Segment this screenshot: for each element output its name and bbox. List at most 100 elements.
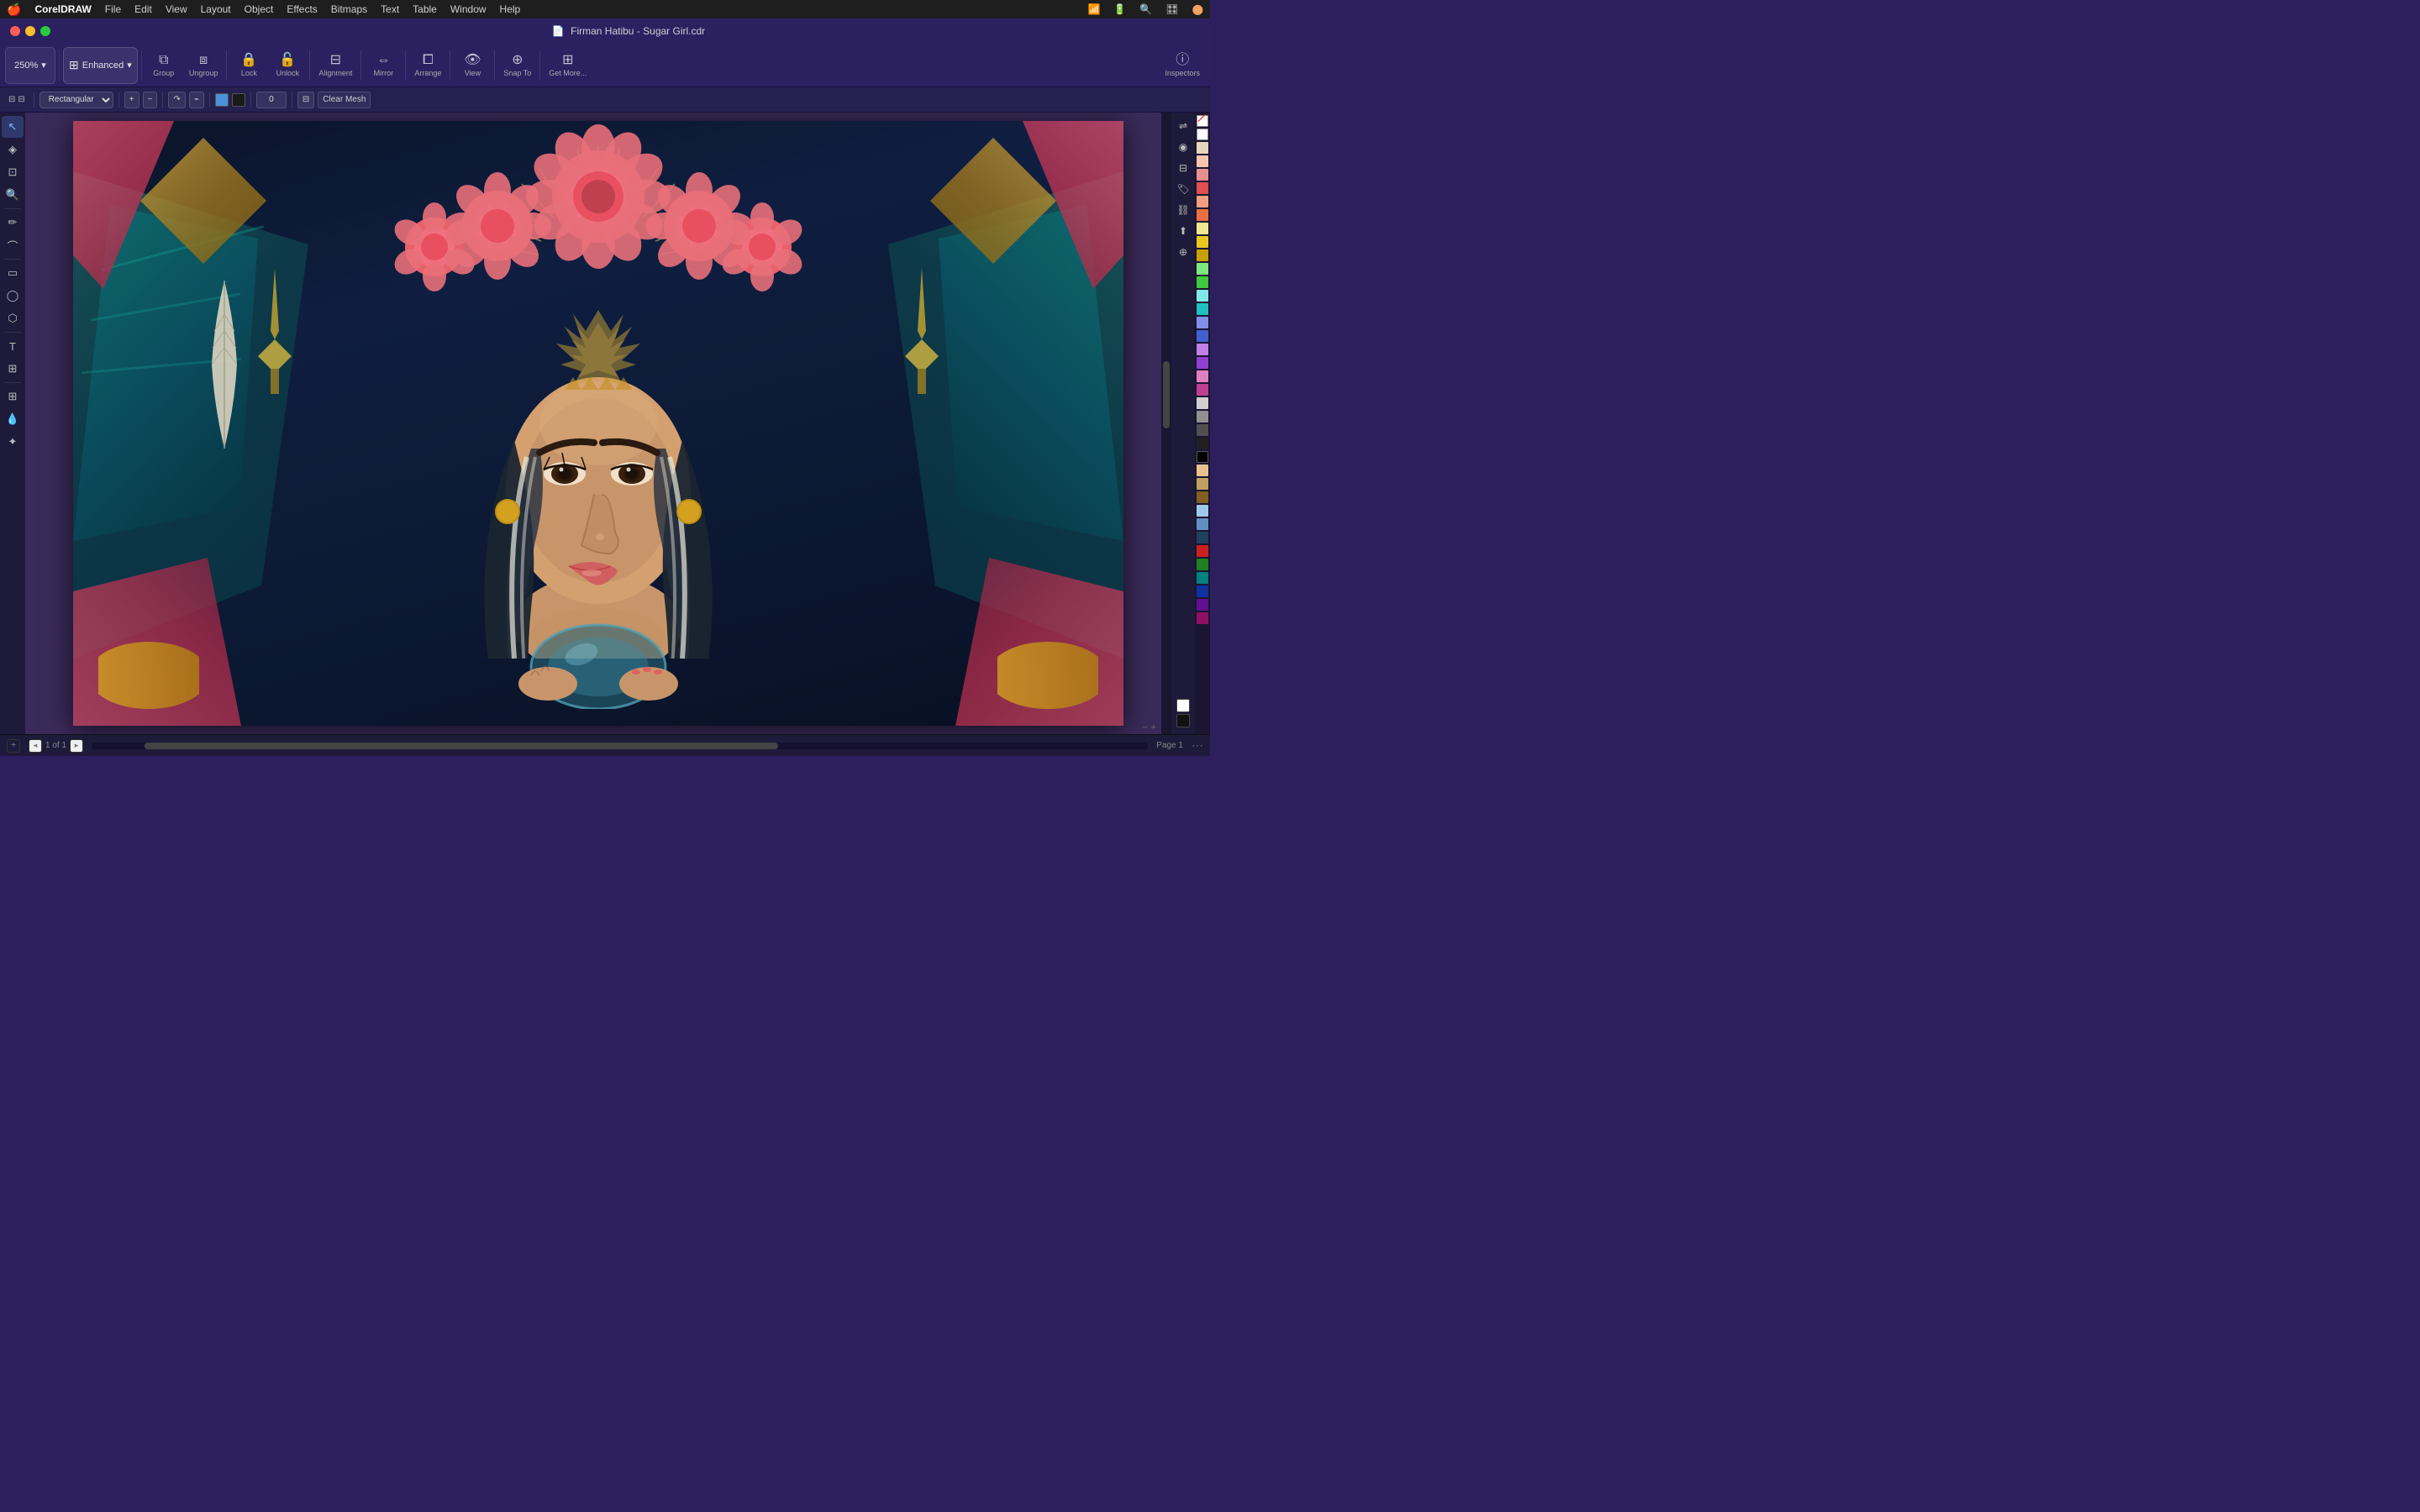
white-color-box[interactable] <box>1176 699 1190 712</box>
palette-swatch-31[interactable] <box>1197 572 1208 584</box>
shape-select[interactable]: Rectangular Elliptical Custom <box>39 92 113 108</box>
tool-eyedropper[interactable]: 💧 <box>2 408 24 430</box>
tool-crop[interactable]: ⊡ <box>2 161 24 183</box>
palette-swatch-8[interactable] <box>1197 249 1208 261</box>
menu-object[interactable]: Object <box>245 3 274 15</box>
edge-pad-button[interactable]: ⊟ <box>297 92 314 108</box>
tool-smartdraw[interactable]: ⌒ <box>2 234 24 256</box>
lock-button[interactable]: 🔒 Lock <box>230 47 267 84</box>
tool-select[interactable]: ↖ <box>2 116 24 138</box>
palette-swatch-26[interactable] <box>1197 505 1208 517</box>
canvas-area[interactable]: − + <box>25 113 1171 734</box>
next-page-button[interactable]: ▸ <box>70 739 83 753</box>
minimize-button[interactable] <box>25 26 35 36</box>
smooth-node-button[interactable]: ↷ <box>168 92 185 108</box>
palette-swatch-34[interactable] <box>1197 612 1208 624</box>
menu-window[interactable]: Window <box>450 3 487 15</box>
tool-smart-fill[interactable]: ✦ <box>2 431 24 453</box>
group-button[interactable]: ⧉ Group <box>145 47 182 84</box>
close-button[interactable] <box>10 26 20 36</box>
tool-table[interactable]: ⊞ <box>2 358 24 380</box>
menu-bitmaps[interactable]: Bitmaps <box>331 3 367 15</box>
apple-menu[interactable]: 🍎 <box>7 3 21 17</box>
menu-table[interactable]: Table <box>413 3 437 15</box>
palette-swatch-1[interactable] <box>1197 155 1208 167</box>
arrange-button[interactable]: ⧠ Arrange <box>409 47 446 84</box>
scrollbar-thumb[interactable] <box>1163 361 1170 428</box>
prev-page-button[interactable]: ◂ <box>29 739 42 753</box>
palette-swatch-4[interactable] <box>1197 196 1208 207</box>
tool-freehand[interactable]: ✏ <box>2 212 24 234</box>
palette-swatch-5[interactable] <box>1197 209 1208 221</box>
palette-swatch-17[interactable] <box>1197 370 1208 382</box>
menu-file[interactable]: File <box>105 3 121 15</box>
palette-swatch-19[interactable] <box>1197 397 1208 409</box>
zoom-out-icon[interactable]: − <box>1142 722 1147 732</box>
menu-help[interactable]: Help <box>500 3 521 15</box>
palette-swatch-14[interactable] <box>1197 330 1208 342</box>
palette-swatch-7[interactable] <box>1197 236 1208 248</box>
palette-swatch-16[interactable] <box>1197 357 1208 369</box>
palette-swatch-11[interactable] <box>1197 290 1208 302</box>
add-page-button[interactable]: + <box>7 739 20 753</box>
palette-swatch-15[interactable] <box>1197 344 1208 355</box>
tool-text[interactable]: T <box>2 335 24 357</box>
zoom-in-icon[interactable]: + <box>1151 722 1156 732</box>
tool-polygon[interactable]: ⬡ <box>2 307 24 329</box>
more-button[interactable]: ⊕ <box>1173 242 1193 262</box>
link-button[interactable]: ⛓ <box>1173 200 1193 220</box>
canvas-page[interactable] <box>73 121 1123 726</box>
tool-ellipse[interactable]: ◯ <box>2 285 24 307</box>
horizontal-scrollbar[interactable] <box>92 743 1148 749</box>
black-color-box[interactable] <box>1176 714 1190 727</box>
palette-swatch-black[interactable] <box>1197 451 1208 463</box>
zoom-button[interactable]: 250% ▾ <box>5 47 55 84</box>
ungroup-button[interactable]: ⧈ Ungroup <box>184 47 224 84</box>
palette-swatch-12[interactable] <box>1197 303 1208 315</box>
getmore-button[interactable]: ⊞ Get More... <box>544 47 592 84</box>
node-add-button[interactable]: + <box>124 92 139 108</box>
maximize-button[interactable] <box>40 26 50 36</box>
color-picker-button[interactable]: ◉ <box>1173 137 1193 157</box>
fill-color-box[interactable] <box>215 93 229 107</box>
inspectors-button[interactable]: ⓘ Inspectors <box>1160 47 1205 84</box>
unlock-button[interactable]: 🔓 Unlock <box>269 47 306 84</box>
palette-swatch-29[interactable] <box>1197 545 1208 557</box>
palette-swatch-30[interactable] <box>1197 559 1208 570</box>
palette-swatch-2[interactable] <box>1197 169 1208 181</box>
palette-swatch-0[interactable] <box>1197 142 1208 154</box>
palette-swatch-18[interactable] <box>1197 384 1208 396</box>
palette-swatch-21[interactable] <box>1197 424 1208 436</box>
palette-swatch-10[interactable] <box>1197 276 1208 288</box>
snap-button[interactable]: ⊕ Snap To <box>498 47 536 84</box>
palette-swatch-23[interactable] <box>1197 465 1208 476</box>
outline-color-box[interactable] <box>232 93 245 107</box>
palette-swatch-33[interactable] <box>1197 599 1208 611</box>
palette-swatch-32[interactable] <box>1197 585 1208 597</box>
tool-rect[interactable]: ▭ <box>2 262 24 284</box>
palette-swatch-20[interactable] <box>1197 411 1208 423</box>
palette-swatch-13[interactable] <box>1197 317 1208 328</box>
menu-effects[interactable]: Effects <box>287 3 317 15</box>
transform-panel-button[interactable]: ⇌ <box>1173 116 1193 136</box>
cusp-node-button[interactable]: ⌁ <box>189 92 204 108</box>
view-modes-button[interactable]: ⊞ Enhanced ▾ <box>63 47 138 84</box>
palette-swatch-24[interactable] <box>1197 478 1208 490</box>
palette-swatch-25[interactable] <box>1197 491 1208 503</box>
palette-swatch-27[interactable] <box>1197 518 1208 530</box>
no-fill-swatch[interactable] <box>1197 115 1208 127</box>
palette-swatch-28[interactable] <box>1197 532 1208 543</box>
view-button[interactable]: 👁 View <box>454 47 491 84</box>
tool-node[interactable]: ◈ <box>2 139 24 160</box>
tool-mesh[interactable]: ⊞ <box>2 386 24 407</box>
palette-swatch-white[interactable] <box>1197 129 1208 140</box>
menu-edit[interactable]: Edit <box>134 3 152 15</box>
menu-layout[interactable]: Layout <box>201 3 231 15</box>
palette-swatch-9[interactable] <box>1197 263 1208 275</box>
tool-zoom[interactable]: 🔍 <box>2 184 24 206</box>
menu-view[interactable]: View <box>166 3 187 15</box>
menu-text[interactable]: Text <box>381 3 399 15</box>
object-properties-button[interactable]: ⊟ <box>1173 158 1193 178</box>
vertical-scrollbar[interactable] <box>1161 113 1171 734</box>
palette-swatch-6[interactable] <box>1197 223 1208 234</box>
